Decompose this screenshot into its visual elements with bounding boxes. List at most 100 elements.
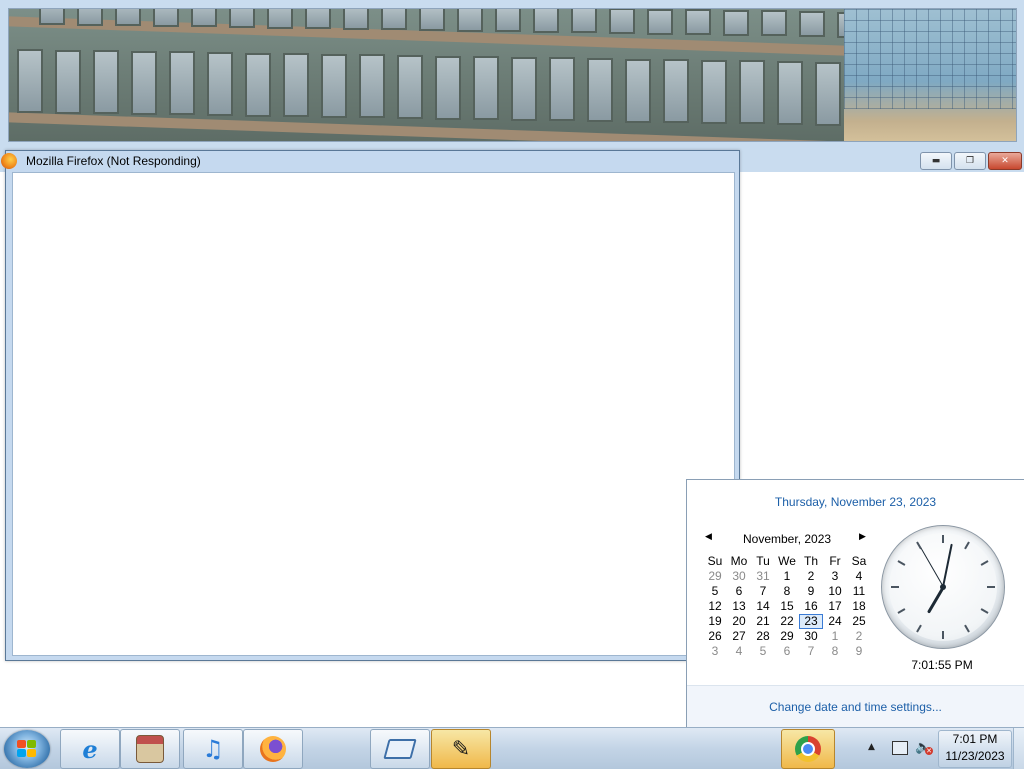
clock-hour-hand (926, 586, 945, 614)
calendar-day[interactable]: 2 (847, 629, 871, 644)
taskbar-paint-app-button[interactable]: ✎ (431, 729, 491, 769)
calendar-day[interactable]: 26 (703, 629, 727, 644)
calendar-day[interactable]: 5 (703, 584, 727, 599)
calendar-week-row: 29 30 31 1 2 3 4 (703, 569, 871, 584)
calendar-day[interactable]: 6 (727, 584, 751, 599)
calendar-week-row: 5 6 7 8 9 10 11 (703, 584, 871, 599)
calendar-month-label[interactable]: November, 2023 (743, 532, 831, 546)
previous-month-icon[interactable]: ◀ (705, 532, 712, 542)
clock-tick (942, 535, 944, 543)
calendar-day-today[interactable]: 23 (799, 614, 823, 629)
show-hidden-icons-icon[interactable]: ▲ (868, 742, 875, 752)
banner-building-window (511, 57, 537, 121)
calendar-day[interactable]: 29 (703, 569, 727, 584)
calendar-day[interactable]: 9 (799, 584, 823, 599)
calendar-day[interactable]: 28 (751, 629, 775, 644)
taskbar-chrome-button[interactable] (781, 729, 835, 769)
calendar-day[interactable]: 25 (847, 614, 871, 629)
calendar-day[interactable]: 15 (775, 599, 799, 614)
calendar-day[interactable]: 27 (727, 629, 751, 644)
chrome-icon (795, 736, 821, 762)
calendar-day[interactable]: 21 (751, 614, 775, 629)
banner-building-window (191, 9, 217, 27)
calendar-day[interactable]: 9 (847, 644, 871, 659)
background-window-controls: ▬ ❐ ✕ (920, 152, 1022, 170)
volume-muted-badge-icon: ✕ (925, 747, 933, 755)
show-desktop-button[interactable] (1013, 728, 1024, 769)
weekday-header: Th (803, 554, 818, 568)
calendar-day[interactable]: 1 (823, 629, 847, 644)
firefox-titlebar[interactable]: Mozilla Firefox (Not Responding) (1, 151, 739, 171)
banner-building-window (321, 54, 347, 118)
network-icon[interactable] (892, 741, 908, 755)
calendar-grid: Su Mo Tu We Th Fr Sa 29 30 31 1 2 3 4 5 6 7 8 9 10 11 12 13 14… (703, 554, 871, 659)
calendar-day[interactable]: 2 (799, 569, 823, 584)
calendar-day[interactable]: 1 (775, 569, 799, 584)
banner-building-window (55, 50, 81, 114)
itunes-icon: ♫ (202, 735, 224, 763)
calendar-day[interactable]: 13 (727, 599, 751, 614)
calendar-day[interactable]: 7 (751, 584, 775, 599)
calendar-week-row: 3456789 (703, 644, 871, 659)
calendar-day[interactable]: 5 (751, 644, 775, 659)
banner-building-window (359, 54, 385, 118)
tray-time: 7:01 PM (952, 732, 998, 746)
banner-building-window (663, 59, 689, 123)
calendar-day[interactable]: 8 (823, 644, 847, 659)
clock-tick (891, 586, 899, 588)
banner-building-window (267, 9, 293, 29)
paint-app-icon: ✎ (451, 736, 471, 762)
calendar-day[interactable]: 30 (727, 569, 751, 584)
banner-building-window (777, 61, 803, 125)
long-date-link[interactable]: Thursday, November 23, 2023 (687, 495, 1024, 509)
calendar-day[interactable]: 22 (775, 614, 799, 629)
calendar-week-row: 19 20 21 22 23 24 25 (703, 614, 871, 629)
taskbar-archive-app-button[interactable] (120, 729, 180, 769)
calendar-day[interactable]: 30 (799, 629, 823, 644)
taskbar-internet-explorer-button[interactable]: e (60, 729, 120, 769)
calendar-day[interactable]: 10 (823, 584, 847, 599)
calendar-day[interactable]: 4 (727, 644, 751, 659)
calendar-day[interactable]: 17 (823, 599, 847, 614)
firefox-window[interactable]: Mozilla Firefox (Not Responding) (1, 150, 740, 661)
calendar-day[interactable]: 11 (847, 584, 871, 599)
calendar-day[interactable]: 3 (703, 644, 727, 659)
taskbar-itunes-button[interactable]: ♫ (183, 729, 243, 769)
internet-explorer-icon: e (82, 734, 98, 764)
calendar-day[interactable]: 6 (775, 644, 799, 659)
calendar-day[interactable]: 3 (823, 569, 847, 584)
calendar-day[interactable]: 24 (823, 614, 847, 629)
calendar-day[interactable]: 18 (847, 599, 871, 614)
banner-building-window (609, 9, 635, 34)
calendar-day[interactable]: 8 (775, 584, 799, 599)
analog-clock (881, 525, 1005, 649)
taskbar-tablet-app-button[interactable] (370, 729, 430, 769)
weekday-header: Fr (829, 554, 841, 568)
clock-tick (964, 624, 970, 633)
calendar-day[interactable]: 29 (775, 629, 799, 644)
calendar-day[interactable]: 12 (703, 599, 727, 614)
calendar-day[interactable]: 16 (799, 599, 823, 614)
change-date-time-settings-link[interactable]: Change date and time settings... (687, 700, 1024, 714)
calendar-week-row: 12 13 14 15 16 17 18 (703, 599, 871, 614)
next-month-icon[interactable]: ▶ (859, 532, 866, 542)
calendar-day[interactable]: 20 (727, 614, 751, 629)
firefox-icon (1, 153, 17, 169)
banner-building-window (39, 9, 65, 25)
calendar-day[interactable]: 14 (751, 599, 775, 614)
clock-tick (987, 586, 995, 588)
calendar-day[interactable]: 31 (751, 569, 775, 584)
restore-icon[interactable]: ❐ (954, 152, 986, 170)
clock-tick (980, 608, 989, 614)
tray-clock[interactable]: 7:01 PM 11/23/2023 (938, 730, 1012, 768)
taskbar-firefox-button[interactable] (243, 729, 303, 769)
taskbar: e ♫ ✎ ▲ 🔈 ✕ 7:01 PM 11/23/2023 (0, 727, 1024, 769)
windows-orb-icon[interactable] (4, 730, 50, 768)
close-icon[interactable]: ✕ (988, 152, 1022, 170)
calendar-day[interactable]: 4 (847, 569, 871, 584)
clock-second-hand (920, 546, 944, 588)
minimize-icon[interactable]: ▬ (920, 152, 952, 170)
windows-flag-icon (17, 740, 37, 758)
calendar-day[interactable]: 19 (703, 614, 727, 629)
calendar-day[interactable]: 7 (799, 644, 823, 659)
